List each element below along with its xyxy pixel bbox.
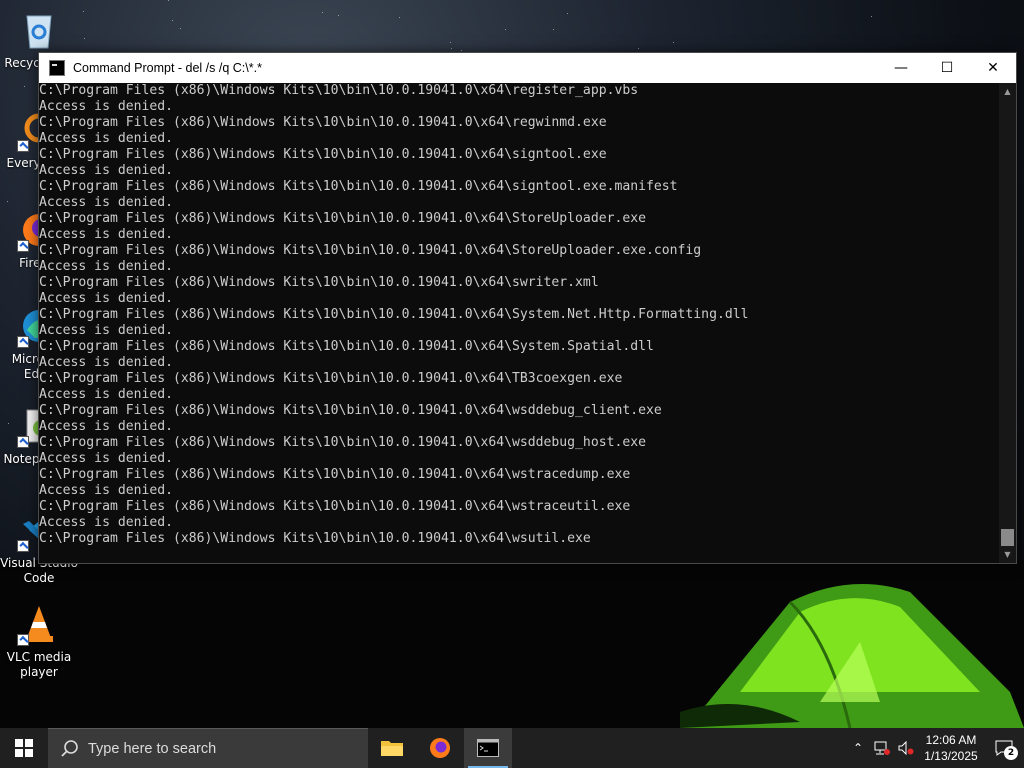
notification-center-button[interactable]: 2 (984, 728, 1024, 768)
console-output[interactable]: C:\Program Files (x86)\Windows Kits\10\b… (39, 83, 1001, 563)
close-button[interactable]: ✕ (970, 53, 1016, 83)
star (84, 38, 85, 39)
desktop-icon-label: VLC media player (6, 650, 72, 679)
scroll-up-arrow-icon[interactable]: ▲ (999, 83, 1016, 100)
window-titlebar[interactable]: Command Prompt - del /s /q C:\*.* — ☐ ✕ (39, 53, 1016, 83)
shortcut-arrow-icon (17, 436, 29, 448)
cmd-icon (477, 739, 499, 757)
search-icon (61, 739, 78, 757)
window-title: Command Prompt - del /s /q C:\*.* (73, 61, 262, 75)
console-line: C:\Program Files (x86)\Windows Kits\10\b… (39, 275, 599, 290)
cmd-icon (49, 60, 65, 76)
star (180, 28, 181, 29)
console-line: Access is denied. (39, 291, 174, 306)
star (338, 15, 339, 16)
star (168, 0, 169, 1)
firefox-icon (430, 738, 450, 758)
shortcut-arrow-icon (17, 336, 29, 348)
green-tent-image (680, 584, 1024, 728)
search-placeholder: Type here to search (88, 740, 217, 757)
star (461, 50, 462, 51)
network-icon[interactable] (870, 728, 894, 768)
star (172, 20, 173, 21)
clock-date: 1/13/2025 (924, 749, 978, 763)
chevron-up-icon[interactable]: ⌃ (846, 728, 870, 768)
console-line: C:\Program Files (x86)\Windows Kits\10\b… (39, 211, 646, 226)
console-line: C:\Program Files (x86)\Windows Kits\10\b… (39, 499, 631, 514)
command-prompt-window[interactable]: Command Prompt - del /s /q C:\*.* — ☐ ✕ … (38, 52, 1017, 564)
console-line: C:\Program Files (x86)\Windows Kits\10\b… (39, 83, 639, 98)
scroll-down-arrow-icon[interactable]: ▼ (999, 546, 1016, 563)
console-line: C:\Program Files (x86)\Windows Kits\10\b… (39, 307, 749, 322)
volume-muted-icon[interactable] (894, 728, 918, 768)
star (871, 16, 872, 17)
console-line: Access is denied. (39, 99, 174, 114)
start-button[interactable] (0, 728, 48, 768)
maximize-button[interactable]: ☐ (924, 53, 970, 83)
shortcut-arrow-icon (17, 634, 29, 646)
taskbar-command-prompt[interactable] (464, 728, 512, 768)
star (505, 29, 506, 30)
star (638, 48, 639, 49)
console-line: Access is denied. (39, 195, 174, 210)
recycle-bin-icon (17, 8, 61, 52)
console-line: Access is denied. (39, 483, 174, 498)
vlc-icon (17, 602, 61, 646)
console-line: C:\Program Files (x86)\Windows Kits\10\b… (39, 467, 631, 482)
console-line: C:\Program Files (x86)\Windows Kits\10\b… (39, 435, 646, 450)
console-line: Access is denied. (39, 515, 174, 530)
console-line: Access is denied. (39, 323, 174, 338)
console-line: Access is denied. (39, 131, 174, 146)
taskbar-file-explorer[interactable] (368, 728, 416, 768)
scrollbar-thumb[interactable] (1001, 529, 1014, 546)
console-line: C:\Program Files (x86)\Windows Kits\10\b… (39, 147, 607, 162)
star (24, 86, 25, 87)
console-line: C:\Program Files (x86)\Windows Kits\10\b… (39, 115, 607, 130)
taskbar-firefox[interactable] (416, 728, 464, 768)
console-line: C:\Program Files (x86)\Windows Kits\10\b… (39, 243, 702, 258)
console-line: Access is denied. (39, 451, 174, 466)
shortcut-arrow-icon (17, 540, 29, 552)
star (450, 42, 451, 43)
console-line: Access is denied. (39, 355, 174, 370)
console-line: Access is denied. (39, 387, 174, 402)
star (451, 48, 452, 49)
console-line: C:\Program Files (x86)\Windows Kits\10\b… (39, 339, 654, 354)
star (322, 12, 323, 13)
star (7, 201, 8, 202)
console-line: C:\Program Files (x86)\Windows Kits\10\b… (39, 371, 623, 386)
folder-icon (381, 741, 403, 756)
clock[interactable]: 12:06 AM 1/13/2025 (918, 732, 984, 764)
star (553, 29, 554, 30)
taskbar-search-box[interactable]: Type here to search (48, 728, 368, 768)
clock-time: 12:06 AM (925, 733, 977, 747)
shortcut-arrow-icon (17, 140, 29, 152)
desktop-icon-vlc[interactable]: VLC media player (0, 602, 78, 680)
console-line: Access is denied. (39, 163, 174, 178)
star (567, 13, 568, 14)
shortcut-arrow-icon (17, 240, 29, 252)
windows-logo-icon (15, 739, 33, 757)
console-line: C:\Program Files (x86)\Windows Kits\10\b… (39, 531, 591, 546)
console-line: C:\Program Files (x86)\Windows Kits\10\b… (39, 403, 662, 418)
system-tray: ⌃ 12:06 AM 1/13/2025 2 (846, 728, 1024, 768)
console-line: Access is denied. (39, 227, 174, 242)
star (399, 17, 400, 18)
star (673, 42, 674, 43)
vertical-scrollbar[interactable]: ▲ ▼ (999, 83, 1016, 563)
star (83, 11, 84, 12)
minimize-button[interactable]: — (878, 53, 924, 83)
console-line: Access is denied. (39, 259, 174, 274)
console-line: Access is denied. (39, 419, 174, 434)
taskbar: Type here to search ⌃ 12:06 AM 1/13/2025 (0, 728, 1024, 768)
notification-badge: 2 (1004, 746, 1018, 760)
console-line: C:\Program Files (x86)\Windows Kits\10\b… (39, 179, 678, 194)
